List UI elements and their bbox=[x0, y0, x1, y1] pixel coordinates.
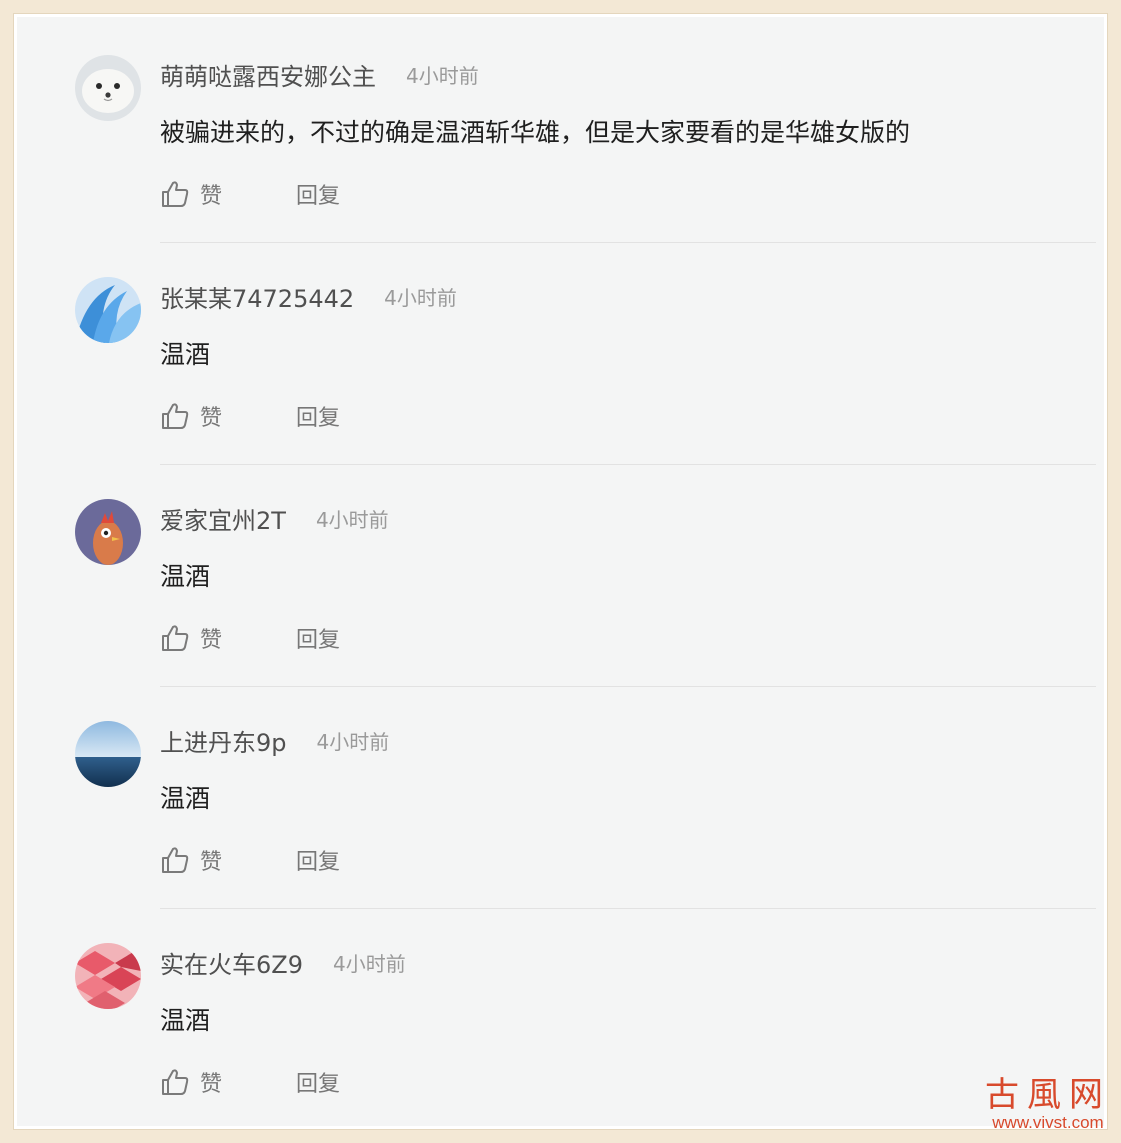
timestamp: 4小时前 bbox=[332, 951, 406, 976]
thumbs-up-icon bbox=[162, 181, 189, 207]
reply-button[interactable]: 回复 bbox=[296, 844, 340, 876]
comment-actions: 赞 回复 bbox=[160, 177, 340, 211]
like-button[interactable]: 赞 bbox=[160, 844, 222, 876]
timestamp: 4小时前 bbox=[384, 285, 457, 310]
comment-item: 实在火车6Z9 4小时前 温酒 赞 回复 bbox=[17, 905, 1104, 1127]
ocean-avatar[interactable] bbox=[75, 721, 141, 787]
comment-item: 张某某74725442 4小时前 温酒 赞 回复 bbox=[17, 239, 1104, 465]
thumbs-up-icon bbox=[162, 1069, 189, 1095]
watermark-url: www.vivst.com bbox=[992, 1113, 1104, 1132]
pink-cubes-avatar[interactable] bbox=[75, 943, 141, 1009]
timestamp: 4小时前 bbox=[316, 729, 390, 754]
comment-text: 温酒 bbox=[160, 340, 211, 369]
like-button[interactable]: 赞 bbox=[160, 622, 222, 654]
like-label: 赞 bbox=[200, 850, 223, 875]
timestamp: 4小时前 bbox=[315, 507, 389, 532]
like-label: 赞 bbox=[200, 184, 223, 209]
comment-actions: 赞 回复 bbox=[160, 843, 340, 877]
site-watermark: 古風网 www.vivst.com bbox=[985, 1077, 1111, 1133]
like-label: 赞 bbox=[200, 1072, 223, 1097]
reply-button[interactable]: 回复 bbox=[296, 622, 340, 654]
blue-waves-avatar[interactable] bbox=[75, 277, 141, 343]
reply-button[interactable]: 回复 bbox=[296, 1066, 340, 1098]
username[interactable]: 萌萌哒露西安娜公主 bbox=[160, 57, 376, 92]
comment-meta: 实在火车6Z9 4小时前 bbox=[160, 942, 406, 982]
comment-meta: 张某某74725442 4小时前 bbox=[160, 276, 457, 316]
comment-meta: 爱家宜州2T 4小时前 bbox=[160, 498, 389, 538]
comment-item: 爱家宜州2T 4小时前 温酒 赞 回复 bbox=[17, 461, 1104, 687]
reply-button[interactable]: 回复 bbox=[296, 178, 340, 210]
comment-list-frame: 萌萌哒露西安娜公主 4小时前 被骗进来的，不过的确是温酒斩华雄，但是大家要看的是… bbox=[14, 14, 1107, 1129]
username[interactable]: 张某某74725442 bbox=[160, 279, 354, 314]
like-button[interactable]: 赞 bbox=[160, 178, 222, 210]
comment-text: 温酒 bbox=[160, 784, 211, 813]
cartoon-bird-avatar[interactable] bbox=[75, 499, 141, 565]
watermark-title: 古風网 bbox=[985, 1075, 1111, 1115]
username[interactable]: 上进丹东9p bbox=[160, 723, 287, 758]
comment-actions: 赞 回复 bbox=[160, 1065, 340, 1099]
comment-text: 温酒 bbox=[160, 1006, 211, 1035]
comment-meta: 萌萌哒露西安娜公主 4小时前 bbox=[160, 54, 479, 94]
thumbs-up-icon bbox=[162, 847, 189, 873]
thumbs-up-icon bbox=[162, 403, 189, 429]
comment-text: 被骗进来的，不过的确是温酒斩华雄，但是大家要看的是华雄女版的 bbox=[160, 118, 911, 147]
comment-actions: 赞 回复 bbox=[160, 621, 340, 655]
like-label: 赞 bbox=[200, 406, 223, 431]
comment-meta: 上进丹东9p 4小时前 bbox=[160, 720, 389, 760]
comment-actions: 赞 回复 bbox=[160, 399, 340, 433]
like-label: 赞 bbox=[200, 628, 223, 653]
comment-item: 萌萌哒露西安娜公主 4小时前 被骗进来的，不过的确是温酒斩华雄，但是大家要看的是… bbox=[17, 17, 1104, 243]
timestamp: 4小时前 bbox=[406, 63, 479, 88]
comment-item: 上进丹东9p 4小时前 温酒 赞 回复 bbox=[17, 683, 1104, 909]
username[interactable]: 爱家宜州2T bbox=[160, 501, 286, 536]
thumbs-up-icon bbox=[162, 625, 189, 651]
comment-text: 温酒 bbox=[160, 562, 211, 591]
like-button[interactable]: 赞 bbox=[160, 400, 222, 432]
like-button[interactable]: 赞 bbox=[160, 1066, 222, 1098]
username[interactable]: 实在火车6Z9 bbox=[160, 945, 303, 980]
seal-avatar[interactable] bbox=[75, 55, 141, 121]
reply-button[interactable]: 回复 bbox=[296, 400, 340, 432]
